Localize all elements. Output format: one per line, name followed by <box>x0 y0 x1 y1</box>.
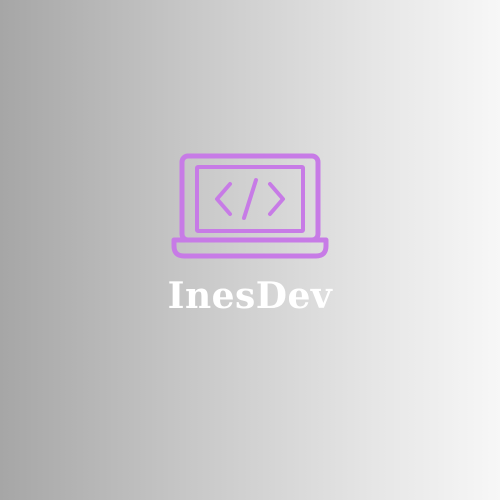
laptop-base <box>171 237 329 259</box>
code-bracket-right <box>268 182 285 216</box>
brand-name: InesDev <box>167 275 333 317</box>
laptop-code-icon <box>171 153 329 259</box>
code-bracket-left <box>215 182 232 216</box>
code-slash <box>242 178 258 220</box>
logo-canvas: InesDev <box>0 0 500 500</box>
